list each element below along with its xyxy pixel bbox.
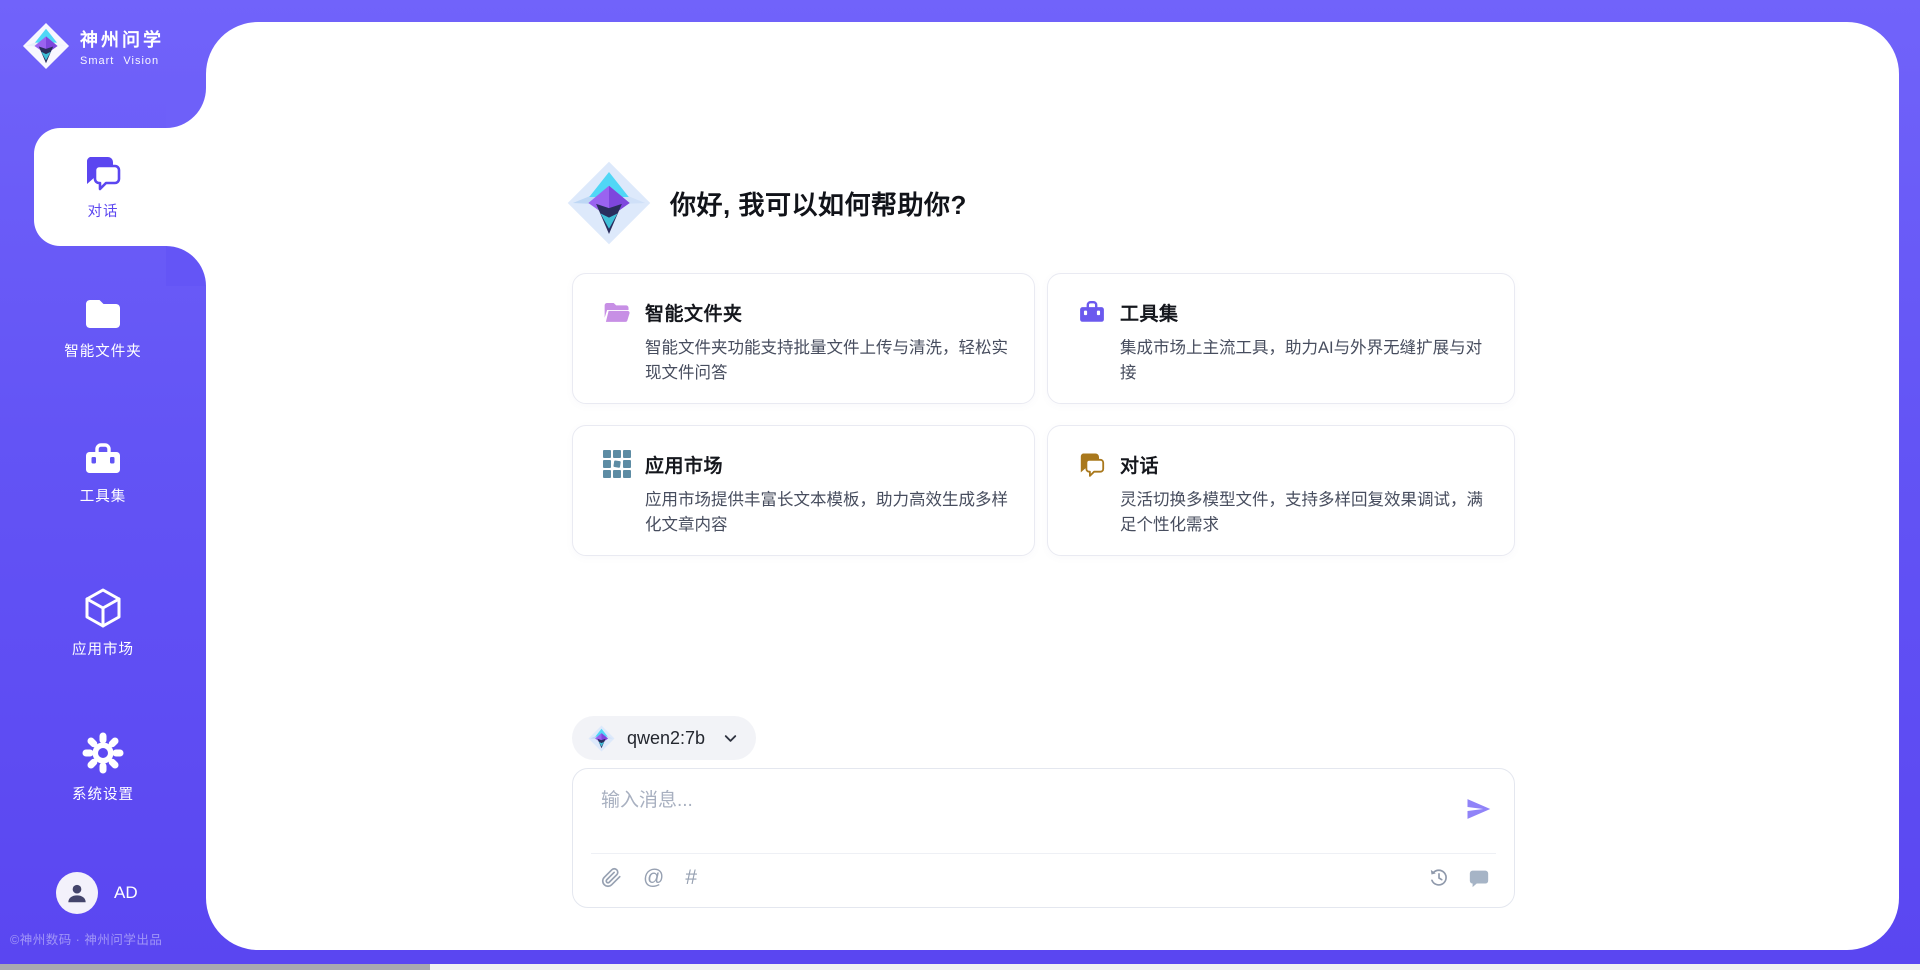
sidebar-item-settings[interactable]: 系统设置 <box>0 731 206 804</box>
sidebar-item-label: 智能文件夹 <box>64 340 142 361</box>
card-desc: 集成市场上主流工具，助力AI与外界无缝扩展与对接 <box>1120 336 1488 386</box>
card-toolbox[interactable]: 工具集 集成市场上主流工具，助力AI与外界无缝扩展与对接 <box>1047 273 1515 404</box>
message-input[interactable] <box>601 785 1401 843</box>
sidebar-item-toolbox[interactable]: 工具集 <box>0 441 206 506</box>
card-smart-folder[interactable]: 智能文件夹 智能文件夹功能支持批量文件上传与清洗，轻松实现文件问答 <box>572 273 1035 404</box>
app-root: 你好, 我可以如何帮助你? 智能文件夹 智能文件夹功能支持批量文件上传与清洗，轻… <box>0 0 1920 970</box>
copyright-text: ©神州数码 · 神州问学出品 <box>10 929 162 948</box>
model-name: qwen2:7b <box>627 728 705 749</box>
brand-text: 神州问学 Smart Vision <box>80 26 164 67</box>
card-title: 工具集 <box>1120 299 1179 326</box>
grid-icon <box>603 450 631 478</box>
folder-icon <box>82 296 124 332</box>
scrollbar-thumb[interactable] <box>0 964 430 970</box>
gear-icon <box>81 731 125 775</box>
sidebar-item-app-market[interactable]: 应用市场 <box>0 586 206 659</box>
chat-bubble-icon[interactable] <box>1468 867 1490 889</box>
model-selector[interactable]: qwen2:7b <box>572 716 756 760</box>
cube-icon <box>81 586 125 630</box>
chevron-down-icon <box>721 729 740 748</box>
card-head: 对话 <box>1078 450 1488 478</box>
sidebar: 神州问学 Smart Vision 对话 智能文件夹 工具集 应用市场 系统设置 <box>0 0 206 970</box>
chat-icon <box>83 152 123 192</box>
horizontal-scrollbar[interactable] <box>0 964 1920 970</box>
card-title: 对话 <box>1120 451 1159 478</box>
brand-gem-icon <box>566 160 652 246</box>
hash-icon[interactable]: # <box>685 867 697 888</box>
tab-connector-top <box>166 88 206 128</box>
send-icon[interactable] <box>1464 795 1492 823</box>
brand: 神州问学 Smart Vision <box>22 22 164 70</box>
brand-subtitle: Smart Vision <box>80 55 164 67</box>
card-title: 应用市场 <box>645 451 723 478</box>
sidebar-item-label: 工具集 <box>80 485 127 506</box>
folder-icon <box>603 298 631 326</box>
greeting-hero: 你好, 我可以如何帮助你? <box>566 160 967 246</box>
tab-connector-bottom <box>166 246 206 286</box>
message-composer: @ # <box>572 768 1515 908</box>
card-desc: 应用市场提供丰富长文本模板，助力高效生成多样化文章内容 <box>645 488 1008 538</box>
card-head: 应用市场 <box>603 450 1008 478</box>
main-content: 你好, 我可以如何帮助你? 智能文件夹 智能文件夹功能支持批量文件上传与清洗，轻… <box>206 22 1899 950</box>
composer-tools-left: @ # <box>601 867 697 888</box>
composer-divider <box>591 853 1496 854</box>
sidebar-item-smart-folder[interactable]: 智能文件夹 <box>0 296 206 361</box>
greeting-text: 你好, 我可以如何帮助你? <box>670 185 967 222</box>
user-initials: AD <box>114 883 138 903</box>
toolbox-icon <box>83 441 123 477</box>
sidebar-item-label: 应用市场 <box>72 638 134 659</box>
sidebar-item-chat[interactable]: 对话 <box>0 152 206 221</box>
card-chat[interactable]: 对话 灵活切换多模型文件，支持多样回复效果调试，满足个性化需求 <box>1047 425 1515 556</box>
composer-tools-right <box>1428 867 1490 889</box>
card-app-market[interactable]: 应用市场 应用市场提供丰富长文本模板，助力高效生成多样化文章内容 <box>572 425 1035 556</box>
feature-cards: 智能文件夹 智能文件夹功能支持批量文件上传与清洗，轻松实现文件问答 工具集 集成… <box>572 273 1515 556</box>
gem-icon <box>588 725 615 752</box>
card-head: 智能文件夹 <box>603 298 1008 326</box>
at-icon[interactable]: @ <box>643 867 664 888</box>
card-desc: 灵活切换多模型文件，支持多样回复效果调试，满足个性化需求 <box>1120 488 1488 538</box>
user-avatar-icon <box>64 880 90 906</box>
brand-logo-icon <box>22 22 70 70</box>
user-menu[interactable]: AD <box>56 872 138 914</box>
sidebar-item-label: 系统设置 <box>72 783 134 804</box>
paperclip-icon[interactable] <box>601 867 622 888</box>
card-desc: 智能文件夹功能支持批量文件上传与清洗，轻松实现文件问答 <box>645 336 1008 386</box>
brand-name: 神州问学 <box>80 26 164 52</box>
toolbox-icon <box>1078 298 1106 326</box>
chat-icon <box>1078 450 1106 478</box>
sidebar-item-label: 对话 <box>88 200 119 221</box>
card-head: 工具集 <box>1078 298 1488 326</box>
avatar <box>56 872 98 914</box>
history-icon[interactable] <box>1428 867 1450 889</box>
card-title: 智能文件夹 <box>645 299 743 326</box>
